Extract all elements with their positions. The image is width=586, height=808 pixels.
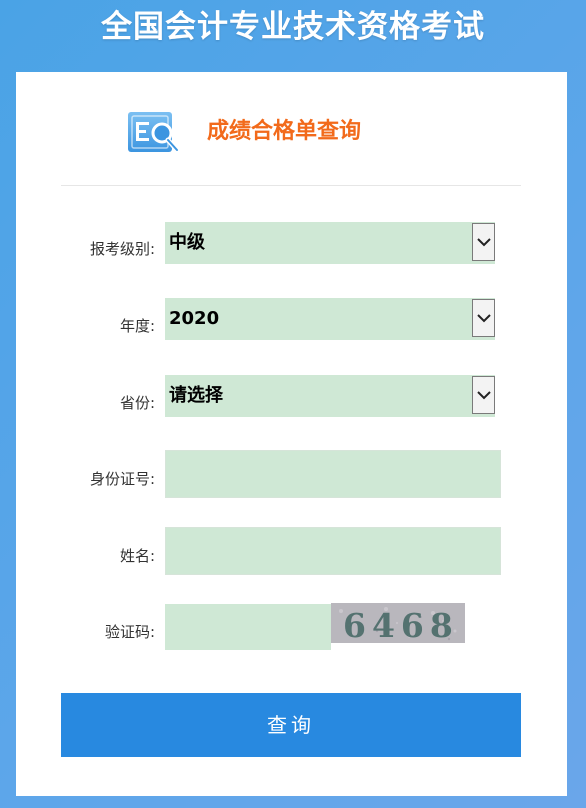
year-select-value: 2020: [169, 308, 220, 329]
query-button[interactable]: 查询: [61, 693, 521, 757]
card-header: 成绩合格单查询: [16, 72, 567, 186]
card-title: 成绩合格单查询: [207, 119, 362, 144]
chevron-down-icon[interactable]: [472, 299, 495, 337]
province-select[interactable]: 请选择: [165, 375, 495, 417]
level-label: 报考级别:: [89, 240, 155, 258]
page-title: 全国会计专业技术资格考试: [101, 9, 485, 45]
name-input[interactable]: [165, 527, 501, 575]
captcha-input[interactable]: [165, 604, 331, 650]
captcha-image[interactable]: 6468: [331, 603, 465, 643]
query-card: 成绩合格单查询 报考级别: 中级 年度: 2020 省份: 请选择 身份证号: …: [16, 72, 567, 796]
level-select-value: 中级: [169, 232, 205, 253]
year-select[interactable]: 2020: [165, 298, 495, 340]
id-number-input[interactable]: [165, 450, 501, 498]
province-label: 省份:: [119, 394, 155, 412]
search-document-icon: [127, 110, 185, 156]
chevron-down-icon[interactable]: [472, 376, 495, 414]
header-divider: [61, 185, 521, 186]
year-label: 年度:: [119, 317, 155, 335]
level-select[interactable]: 中级: [165, 222, 495, 264]
id-number-label: 身份证号:: [89, 470, 155, 488]
captcha-code: 6468: [343, 606, 459, 643]
captcha-label: 验证码:: [104, 623, 155, 641]
name-label: 姓名:: [119, 547, 155, 565]
province-select-value: 请选择: [169, 385, 223, 406]
chevron-down-icon[interactable]: [472, 223, 495, 261]
